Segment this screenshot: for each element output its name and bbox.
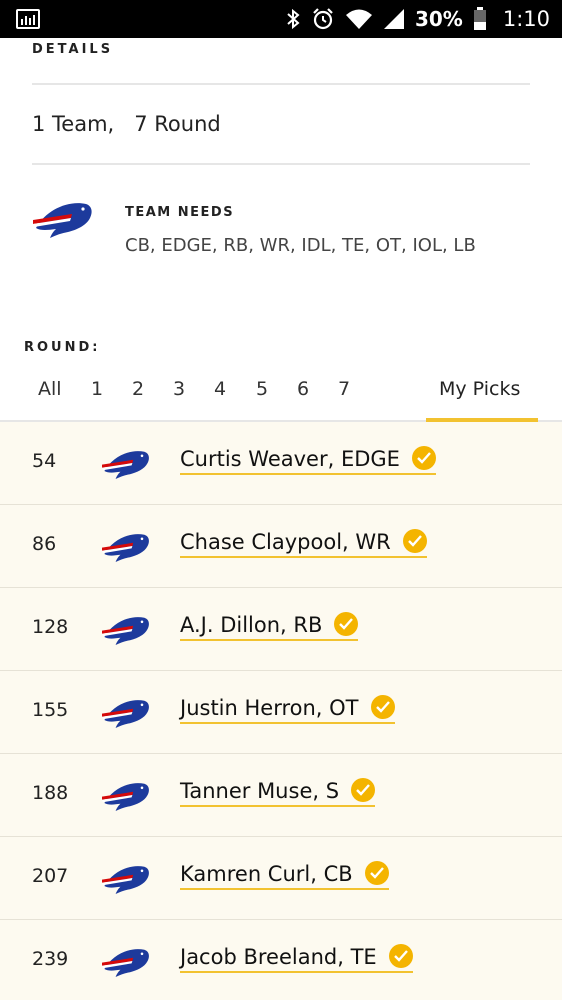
bills-logo-icon — [102, 783, 149, 811]
pick-number: 207 — [32, 865, 69, 887]
divider — [32, 163, 530, 165]
bills-logo-icon — [102, 949, 149, 977]
player-name-link[interactable]: Kamren Curl, CB — [180, 861, 389, 890]
player-name-link[interactable]: Jacob Breeland, TE — [180, 944, 413, 973]
player-name: A.J. Dillon, RB — [180, 613, 323, 637]
check-circle-icon — [388, 944, 413, 968]
tab-round-5[interactable]: 5 — [256, 378, 268, 400]
app-notification-icon — [16, 9, 40, 29]
tab-round-7[interactable]: 7 — [338, 378, 350, 400]
pick-number: 188 — [32, 782, 69, 804]
bills-logo-icon — [102, 866, 149, 894]
player-name-link[interactable]: Curtis Weaver, EDGE — [180, 446, 436, 475]
check-circle-icon — [411, 446, 436, 470]
pick-row[interactable]: 128 A.J. Dillon, RB — [0, 588, 562, 671]
round-heading: ROUND: — [24, 340, 101, 355]
cell-signal-icon — [383, 9, 404, 29]
pick-row[interactable]: 188 Tanner Muse, S — [0, 754, 562, 837]
team-needs-list: CB, EDGE, RB, WR, IDL, TE, OT, IOL, LB — [125, 235, 476, 256]
player-name: Justin Herron, OT — [180, 696, 359, 720]
team-needs-heading: TEAM NEEDS — [125, 205, 235, 220]
bills-logo-icon — [102, 451, 149, 479]
wifi-icon — [345, 9, 372, 29]
check-circle-icon — [370, 695, 395, 719]
player-name: Chase Claypool, WR — [180, 530, 391, 554]
tab-round-4[interactable]: 4 — [214, 378, 226, 400]
player-name: Jacob Breeland, TE — [180, 945, 377, 969]
round-tabs: All 1 2 3 4 5 6 7 My Picks — [0, 370, 562, 422]
player-name: Tanner Muse, S — [180, 779, 340, 803]
bills-logo-icon — [33, 203, 92, 238]
battery-percent: 30% — [414, 7, 463, 31]
player-name-link[interactable]: Chase Claypool, WR — [180, 529, 427, 558]
pick-row[interactable]: 86 Chase Claypool, WR — [0, 505, 562, 588]
divider — [32, 83, 530, 85]
pick-number: 128 — [32, 616, 69, 638]
player-name-link[interactable]: A.J. Dillon, RB — [180, 612, 359, 641]
pick-row[interactable]: 207 Kamren Curl, CB — [0, 837, 562, 920]
check-circle-icon — [334, 612, 359, 636]
details-heading: DETAILS — [32, 42, 114, 57]
pick-number: 86 — [32, 533, 57, 555]
tab-round-3[interactable]: 3 — [173, 378, 185, 400]
pick-number: 239 — [32, 948, 69, 970]
pick-row[interactable]: 54 Curtis Weaver, EDGE — [0, 422, 562, 505]
pick-number: 155 — [32, 699, 69, 721]
player-name: Curtis Weaver, EDGE — [180, 447, 400, 471]
picks-list: 54 Curtis Weaver, EDGE 86 Chase Claypool, W… — [0, 422, 562, 1000]
alarm-icon — [313, 8, 333, 30]
tab-round-1[interactable]: 1 — [91, 378, 103, 400]
clock: 1:10 — [502, 7, 550, 31]
player-name-link[interactable]: Justin Herron, OT — [180, 695, 395, 724]
check-circle-icon — [402, 529, 427, 553]
tab-round-6[interactable]: 6 — [297, 378, 309, 400]
tab-all[interactable]: All — [38, 378, 62, 400]
pick-row[interactable]: 155 Justin Herron, OT — [0, 671, 562, 754]
player-name-link[interactable]: Tanner Muse, S — [180, 778, 376, 807]
battery-icon — [473, 7, 486, 30]
check-circle-icon — [364, 861, 389, 885]
bills-logo-icon — [102, 700, 149, 728]
tab-my-picks[interactable]: My Picks — [439, 378, 520, 400]
tab-round-2[interactable]: 2 — [132, 378, 144, 400]
status-bar: 30% 1:10 — [0, 0, 562, 38]
player-name: Kamren Curl, CB — [180, 862, 353, 886]
bills-logo-icon — [102, 617, 149, 645]
pick-number: 54 — [32, 450, 57, 472]
details-summary: 1 Team, 7 Round — [32, 112, 221, 136]
bills-logo-icon — [102, 534, 149, 562]
pick-row[interactable]: 239 Jacob Breeland, TE — [0, 920, 562, 1000]
bluetooth-icon — [287, 8, 300, 30]
check-circle-icon — [351, 778, 376, 802]
